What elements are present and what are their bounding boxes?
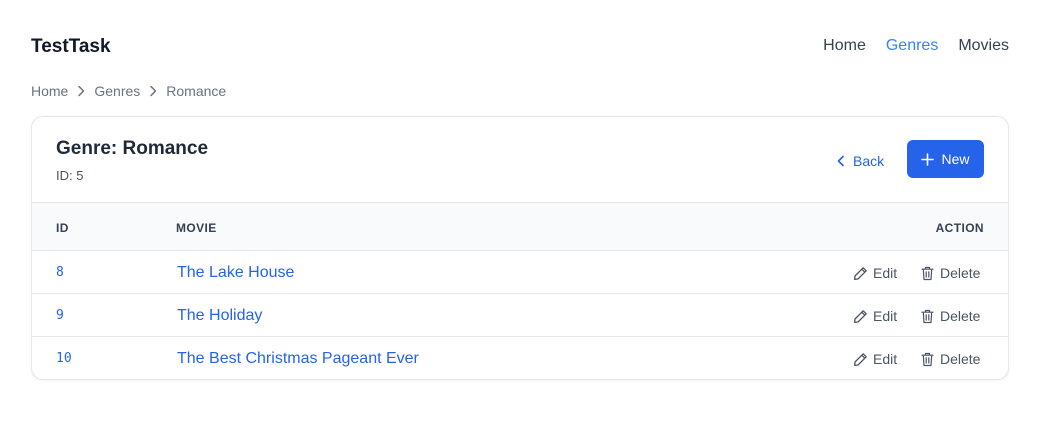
- chevron-left-icon: [837, 155, 845, 167]
- chevron-right-icon: [140, 85, 166, 97]
- movie-link[interactable]: The Best Christmas Pageant Ever: [177, 349, 419, 369]
- pencil-icon: [853, 266, 868, 281]
- movie-link[interactable]: The Holiday: [177, 306, 262, 326]
- row-id-link[interactable]: 9: [56, 308, 64, 324]
- edit-label: Edit: [873, 351, 898, 367]
- breadcrumb-current: Romance: [166, 83, 227, 99]
- genre-id-label: ID: 5: [56, 168, 84, 183]
- trash-icon: [921, 352, 934, 367]
- column-header-id: ID: [56, 221, 69, 235]
- delete-label: Delete: [940, 265, 981, 281]
- row-id-link[interactable]: 8: [56, 265, 64, 281]
- genre-card: Genre: Romance ID: 5 Back New ID MOVIE A…: [31, 116, 1009, 380]
- edit-button[interactable]: Edit: [853, 350, 897, 368]
- pencil-icon: [853, 309, 868, 324]
- delete-button[interactable]: Delete: [921, 307, 980, 325]
- row-id-link[interactable]: 10: [56, 351, 72, 367]
- delete-button[interactable]: Delete: [921, 264, 980, 282]
- nav-home[interactable]: Home: [823, 36, 866, 56]
- trash-icon: [921, 309, 934, 324]
- top-nav: Home Genres Movies: [823, 36, 1009, 56]
- nav-movies[interactable]: Movies: [958, 36, 1009, 56]
- nav-genres[interactable]: Genres: [886, 36, 938, 56]
- column-header-movie: MOVIE: [176, 221, 217, 235]
- plus-icon: [921, 152, 935, 166]
- back-button-label: Back: [853, 153, 885, 169]
- breadcrumb-genres[interactable]: Genres: [94, 82, 140, 100]
- table-row: 8 The Lake House Edit Delete: [32, 251, 1008, 294]
- edit-button[interactable]: Edit: [853, 307, 897, 325]
- table-row: 10 The Best Christmas Pageant Ever Edit …: [32, 337, 1008, 379]
- new-button-label: New: [941, 151, 970, 167]
- breadcrumb-home[interactable]: Home: [31, 82, 68, 100]
- column-header-action: ACTION: [935, 221, 984, 235]
- chevron-right-icon: [68, 85, 94, 97]
- edit-label: Edit: [873, 308, 898, 324]
- new-button[interactable]: New: [907, 140, 984, 178]
- movie-link[interactable]: The Lake House: [177, 263, 294, 283]
- delete-label: Delete: [940, 308, 981, 324]
- edit-button[interactable]: Edit: [853, 264, 897, 282]
- table-header: ID MOVIE ACTION: [32, 202, 1008, 251]
- page-title: Genre: Romance: [56, 138, 209, 159]
- pencil-icon: [853, 352, 868, 367]
- delete-label: Delete: [940, 351, 981, 367]
- back-button[interactable]: Back: [837, 150, 884, 172]
- table-row: 9 The Holiday Edit Delete: [32, 294, 1008, 337]
- edit-label: Edit: [873, 265, 898, 281]
- delete-button[interactable]: Delete: [921, 350, 980, 368]
- breadcrumb: Home Genres Romance: [31, 82, 226, 100]
- app-brand[interactable]: TestTask: [31, 35, 111, 59]
- trash-icon: [921, 266, 934, 281]
- card-header: Genre: Romance ID: 5 Back New: [32, 117, 1008, 202]
